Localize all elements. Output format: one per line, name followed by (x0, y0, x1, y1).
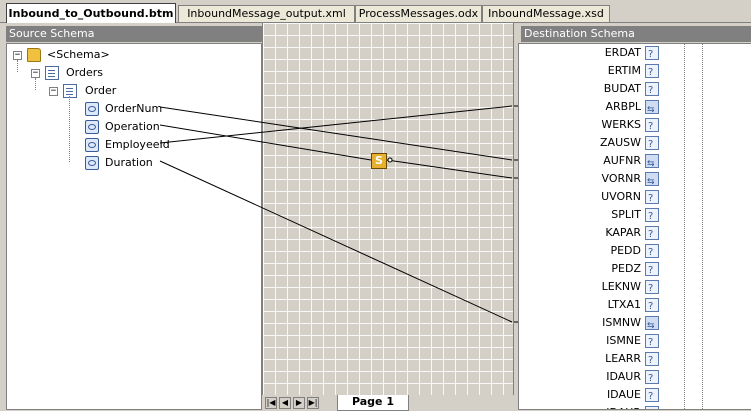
field-element-icon (645, 64, 659, 82)
field-label: IDAUE (606, 388, 641, 401)
destination-field-ismne[interactable]: ISMNE (519, 332, 749, 352)
field-element-icon (645, 406, 659, 409)
destination-field-zausw[interactable]: ZAUSW (519, 134, 749, 154)
field-label: ERDAT (604, 46, 641, 59)
destination-field-ertim[interactable]: ERTIM (519, 62, 749, 82)
field-element-icon (645, 280, 659, 298)
destination-field-learr[interactable]: LEARR (519, 350, 749, 370)
field-label: KAPAR (605, 226, 641, 239)
field-label: ZAUSW (600, 136, 641, 149)
previous-page-icon[interactable]: ◀ (279, 397, 291, 409)
destination-field-pedz[interactable]: PEDZ (519, 260, 749, 280)
tab-page-1[interactable]: Page 1 (337, 395, 409, 411)
linked-field-icon (645, 154, 659, 173)
field-element-icon (645, 208, 659, 226)
destination-field-vornr[interactable]: VORNR (519, 170, 749, 191)
destination-field-arbpl[interactable]: ARBPL (519, 98, 749, 119)
destination-schema-header: Destination Schema (521, 26, 751, 42)
field-label: WERKS (601, 118, 641, 131)
destination-field-pedd[interactable]: PEDD (519, 242, 749, 262)
field-element-icon (645, 190, 659, 208)
destination-field-ltxa1[interactable]: LTXA1 (519, 296, 749, 316)
field-label: LTXA1 (607, 298, 641, 311)
destination-field-idaur[interactable]: IDAUR (519, 404, 749, 409)
field-label: LEKNW (601, 280, 641, 293)
field-label: SPLIT (611, 208, 641, 221)
linked-field-icon (645, 172, 659, 191)
destination-schema-tree[interactable]: ERDAT ERTIM BUDAT ARBPL WERKS ZAUSW AUFNR VORNR… (518, 43, 751, 410)
destination-field-leknw[interactable]: LEKNW (519, 278, 749, 298)
destination-field-uvorn[interactable]: UVORN (519, 188, 749, 208)
field-label: PEDZ (611, 262, 641, 275)
field-label: IDAUR (606, 404, 641, 409)
link-operation-to-functoid (159, 124, 372, 161)
field-label: AUFNR (603, 154, 641, 167)
field-element-icon (645, 244, 659, 262)
first-page-icon[interactable]: |◀ (265, 397, 277, 409)
field-label: LEARR (605, 352, 641, 365)
linked-field-icon (645, 316, 659, 335)
linked-field-icon (645, 100, 659, 119)
link-employeeid-to-arbpl (159, 105, 513, 144)
field-label: ERTIM (607, 64, 641, 77)
destination-field-budat[interactable]: BUDAT (519, 80, 749, 100)
destination-field-erdat[interactable]: ERDAT (519, 44, 749, 64)
field-element-icon (645, 298, 659, 316)
field-label: ISMNE (606, 334, 641, 347)
functoid-output-port (387, 157, 393, 163)
field-element-icon (645, 82, 659, 100)
field-label: BUDAT (603, 82, 641, 95)
destination-field-ismnw[interactable]: ISMNW (519, 314, 749, 335)
field-element-icon (645, 352, 659, 370)
field-label: VORNR (601, 172, 641, 185)
last-page-icon[interactable]: ▶| (307, 397, 319, 409)
destination-field-werks[interactable]: WERKS (519, 116, 749, 136)
field-element-icon (645, 226, 659, 244)
field-element-icon (645, 118, 659, 136)
field-label: UVORN (601, 190, 641, 203)
destination-field-idaur[interactable]: IDAUR (519, 368, 749, 388)
field-element-icon (645, 334, 659, 352)
field-label: IDAUR (606, 370, 641, 383)
field-element-icon (645, 388, 659, 406)
field-element-icon (645, 46, 659, 64)
destination-field-aufnr[interactable]: AUFNR (519, 152, 749, 173)
destination-field-kapar[interactable]: KAPAR (519, 224, 749, 244)
link-functoid-to-vornr (386, 159, 513, 179)
field-label: ARBPL (605, 100, 641, 113)
link-duration-to-ismnw (159, 160, 513, 323)
field-element-icon (645, 262, 659, 280)
field-element-icon (645, 136, 659, 154)
next-page-icon[interactable]: ▶ (293, 397, 305, 409)
field-label: PEDD (610, 244, 641, 257)
tab-inbound-to-outbound-btm[interactable]: Inbound_to_Outbound.btm (6, 3, 176, 23)
destination-field-split[interactable]: SPLIT (519, 206, 749, 226)
field-element-icon (645, 370, 659, 388)
field-label: ISMNW (602, 316, 641, 329)
page-navigation-bar: |◀ ◀ ▶ ▶| Page 1 (262, 395, 514, 411)
destination-field-idaue[interactable]: IDAUE (519, 386, 749, 406)
